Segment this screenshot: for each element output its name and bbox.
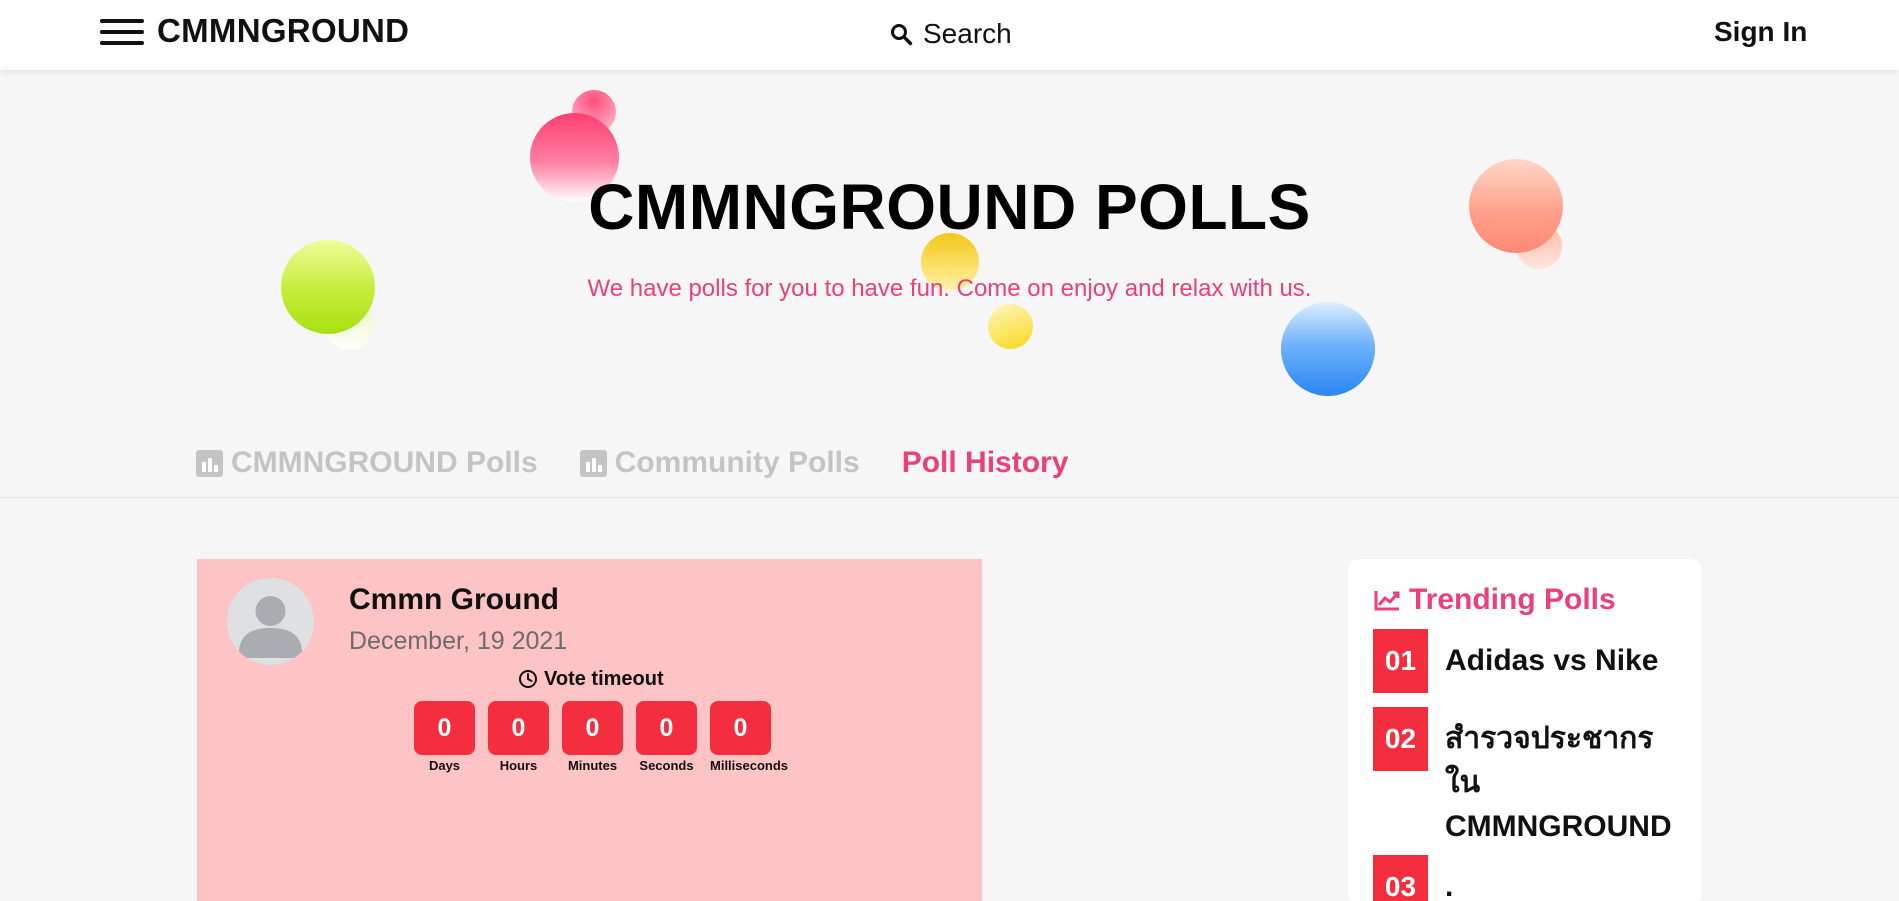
poll-author-name: Cmmn Ground bbox=[349, 583, 559, 616]
countdown-value: 0 bbox=[636, 701, 697, 755]
tab-label: Community Polls bbox=[614, 446, 860, 479]
decorative-bubble bbox=[988, 304, 1033, 349]
bar-chart-icon bbox=[196, 449, 223, 477]
search-icon bbox=[891, 24, 913, 46]
sign-in-link[interactable]: Sign In bbox=[1714, 16, 1807, 48]
bar-chart-icon bbox=[579, 449, 607, 477]
page-title: CMMNGROUND POLLS bbox=[588, 171, 1311, 243]
poll-tabs: CMMNGROUND Polls Community Polls Poll Hi… bbox=[196, 441, 1110, 485]
avatar bbox=[227, 578, 314, 665]
user-placeholder-icon bbox=[239, 596, 302, 658]
trending-poll-link[interactable]: Adidas vs Nike bbox=[1445, 639, 1675, 683]
poll-card[interactable]: Cmmn Ground December, 19 2021 Vote timeo… bbox=[197, 559, 982, 901]
trending-polls-heading: Trending Polls bbox=[1373, 583, 1616, 617]
countdown-days: 0 Days bbox=[414, 701, 475, 773]
decorative-bubble bbox=[1281, 302, 1375, 396]
trending-polls-title: Trending Polls bbox=[1409, 583, 1616, 616]
tab-label: Poll History bbox=[901, 446, 1069, 479]
search-button[interactable]: Search bbox=[889, 16, 1012, 52]
tabs-divider bbox=[0, 497, 1899, 498]
vote-timeout-label: Vote timeout bbox=[544, 667, 664, 690]
countdown-value: 0 bbox=[488, 701, 549, 755]
trending-poll-link[interactable]: สำรวจประชากรใน CMMNGROUND bbox=[1445, 717, 1675, 849]
trending-rank-badge: 01 bbox=[1373, 629, 1428, 693]
countdown-milliseconds: 0 Milliseconds bbox=[710, 701, 789, 773]
tab-cmmnground-polls[interactable]: CMMNGROUND Polls bbox=[196, 446, 538, 480]
poll-date: December, 19 2021 bbox=[349, 627, 568, 655]
trending-polls-panel: Trending Polls 01 Adidas vs Nike 02 สำรว… bbox=[1348, 559, 1702, 901]
clock-icon bbox=[519, 670, 537, 688]
countdown-value: 0 bbox=[710, 701, 771, 755]
trending-rank-badge: 03 bbox=[1373, 855, 1428, 901]
countdown-value: 0 bbox=[414, 701, 475, 755]
page-subtitle: We have polls for you to have fun. Come … bbox=[587, 275, 1312, 302]
search-label: Search bbox=[923, 18, 1012, 49]
countdown-label: Minutes bbox=[567, 758, 618, 773]
countdown-seconds: 0 Seconds bbox=[636, 701, 697, 773]
countdown-label: Hours bbox=[499, 758, 538, 773]
countdown-timer: 0 Days 0 Hours 0 Minutes 0 Seconds 0 Mil… bbox=[414, 701, 789, 773]
hamburger-menu-icon[interactable] bbox=[100, 19, 144, 45]
countdown-label: Milliseconds bbox=[710, 758, 789, 773]
tab-community-polls[interactable]: Community Polls bbox=[579, 446, 860, 480]
countdown-label: Days bbox=[428, 758, 461, 773]
countdown-label: Seconds bbox=[639, 758, 694, 773]
countdown-value: 0 bbox=[562, 701, 623, 755]
countdown-minutes: 0 Minutes bbox=[562, 701, 623, 773]
trending-rank-badge: 02 bbox=[1373, 707, 1428, 771]
top-navbar: CMMNGROUND Search Sign In bbox=[0, 0, 1899, 70]
trending-chart-icon bbox=[1374, 591, 1400, 611]
tab-label: CMMNGROUND Polls bbox=[231, 446, 538, 479]
countdown-hours: 0 Hours bbox=[488, 701, 549, 773]
brand-logo[interactable]: CMMNGROUND bbox=[157, 12, 409, 50]
trending-poll-link[interactable]: . bbox=[1445, 865, 1675, 901]
tab-poll-history[interactable]: Poll History bbox=[902, 446, 1069, 480]
vote-timeout-heading: Vote timeout bbox=[518, 667, 664, 691]
